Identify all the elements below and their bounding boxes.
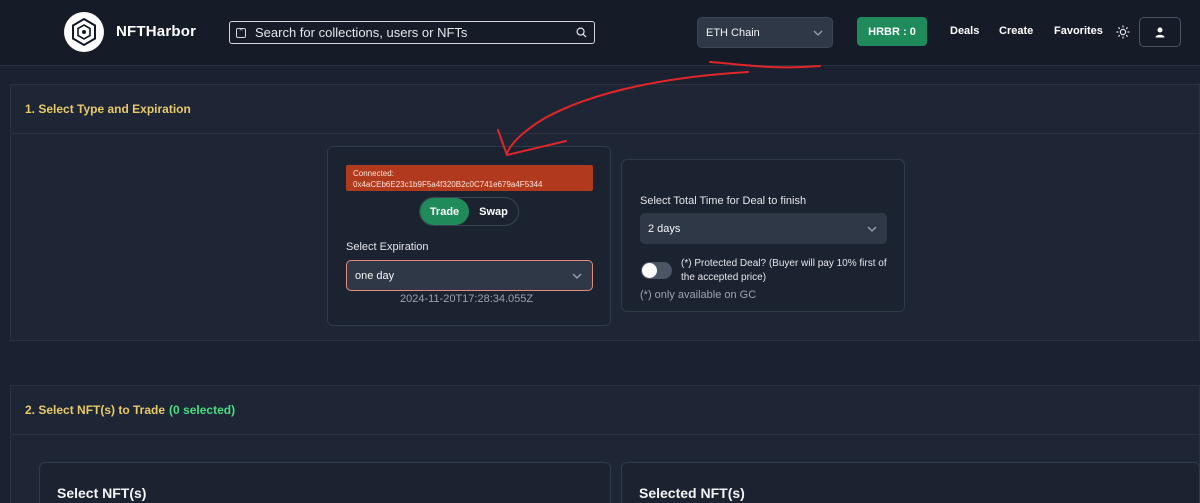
deal-time-label: Select Total Time for Deal to finish — [640, 195, 807, 207]
section-title: 2. Select NFT(s) to Trade (0 selected) — [11, 386, 1199, 435]
search-icon[interactable] — [576, 27, 587, 38]
chevron-down-icon — [867, 226, 877, 232]
deal-time-select-value: 2 days — [648, 222, 681, 235]
deal-time-card: Select Total Time for Deal to finish 2 d… — [621, 159, 905, 312]
logo-icon[interactable] — [64, 12, 104, 52]
chevron-down-icon — [813, 30, 823, 36]
user-icon — [1155, 27, 1165, 37]
trade-option[interactable]: Trade — [420, 198, 469, 225]
toggle-knob — [642, 263, 657, 278]
deal-time-select[interactable]: 2 days — [640, 213, 887, 244]
search-type-icon: ⌃ — [236, 27, 246, 38]
expiration-label: Select Expiration — [346, 241, 429, 253]
expiration-select[interactable]: one day — [346, 260, 593, 291]
expiration-timestamp: 2024-11-20T17:28:34.055Z — [400, 293, 534, 305]
chevron-down-icon — [572, 273, 582, 279]
sun-icon[interactable] — [1116, 25, 1130, 39]
select-nfts-card: Select NFT(s) — [39, 462, 611, 503]
nav-create[interactable]: Create — [999, 25, 1033, 37]
connected-label: Connected: — [353, 169, 394, 178]
nav-favorites[interactable]: Favorites — [1054, 25, 1103, 37]
section-title-text: 2. Select NFT(s) to Trade — [25, 403, 166, 417]
connected-wallet-banner: Connected: 0x4aCEb6E23c1b9F5a4f320B2c0C7… — [346, 165, 593, 191]
nav-deals[interactable]: Deals — [950, 25, 979, 37]
protected-deal-text: (*) Protected Deal? (Buyer will pay 10% … — [681, 258, 887, 283]
section-title: 1. Select Type and Expiration — [11, 85, 1199, 134]
swap-option[interactable]: Swap — [469, 198, 518, 225]
selected-nfts-card: Selected NFT(s) — [621, 462, 1200, 503]
protected-deal-toggle[interactable] — [641, 262, 672, 279]
chain-select-value: ETH Chain — [706, 26, 760, 39]
search-input[interactable]: ⌃ Search for collections, users or NFTs — [229, 21, 595, 44]
selected-nfts-title: Selected NFT(s) — [639, 485, 745, 501]
brand-name[interactable]: NFTHarbor — [116, 23, 196, 40]
top-navbar: NFTHarbor ⌃ Search for collections, user… — [0, 0, 1200, 66]
chain-select[interactable]: ETH Chain — [697, 17, 833, 48]
user-menu-button[interactable] — [1139, 17, 1181, 47]
expiration-card: Connected: 0x4aCEb6E23c1b9F5a4f320B2c0C7… — [327, 146, 611, 326]
brand-nft: NFT — [116, 23, 146, 40]
expiration-select-value: one day — [355, 269, 395, 282]
select-nfts-title: Select NFT(s) — [57, 485, 147, 501]
wallet-address: 0x4aCEb6E23c1b9F5a4f320B2c0C741e679a4F53… — [353, 180, 543, 189]
brand-harbor: Harbor — [145, 23, 197, 40]
hrbr-balance-button[interactable]: HRBR : 0 — [857, 17, 927, 46]
search-placeholder: Search for collections, users or NFTs — [255, 25, 468, 40]
deal-type-toggle: Trade Swap — [419, 197, 519, 226]
availability-note: (*) only available on GC — [640, 289, 757, 301]
selected-count: (0 selected) — [169, 403, 236, 417]
